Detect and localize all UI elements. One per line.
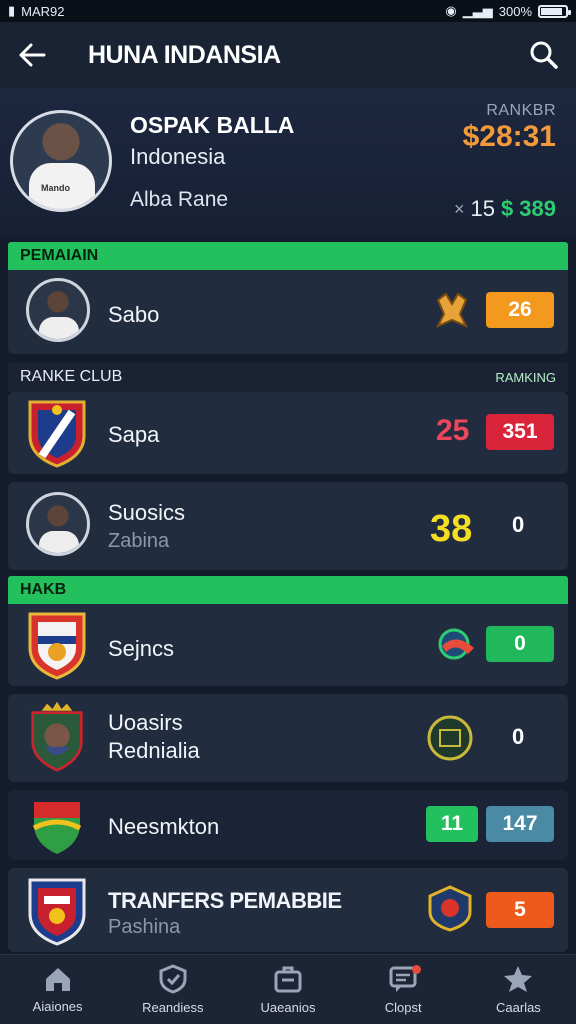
club-crest-icon bbox=[28, 612, 86, 680]
signal-icon: ▁▃▅ bbox=[462, 3, 493, 18]
sim-icon: ▮ bbox=[8, 3, 16, 18]
club-crest-icon bbox=[28, 878, 86, 946]
search-button[interactable] bbox=[512, 22, 576, 88]
section-header-hakb: HAKB bbox=[8, 576, 568, 604]
player-country: Indonesia bbox=[130, 144, 226, 169]
list-item[interactable]: Uoasirs Rednialia 0 bbox=[8, 694, 568, 782]
list-item[interactable]: TRANFERS PEMABBIE Pashina 5 bbox=[8, 868, 568, 952]
tab-label: Reandiess bbox=[142, 1000, 204, 1015]
row-label: Sejncs bbox=[108, 636, 175, 661]
tab-clopst[interactable]: Clopst bbox=[346, 955, 461, 1024]
list-item[interactable]: Neesmkton 11 147 bbox=[8, 790, 568, 860]
back-arrow-icon bbox=[19, 43, 46, 67]
rank-value: $28:31 bbox=[462, 120, 556, 153]
avatar bbox=[26, 492, 90, 556]
row-count: 0 bbox=[512, 724, 525, 749]
stat-a: 15 bbox=[470, 196, 495, 221]
tab-reandiess[interactable]: Reandiess bbox=[115, 955, 230, 1024]
tab-uaeanios[interactable]: Uaeanios bbox=[230, 955, 345, 1024]
status-left-text: MAR92 bbox=[21, 3, 65, 19]
section-ranking-label: RAMKING bbox=[495, 369, 556, 385]
row-label: Neesmkton bbox=[108, 814, 220, 839]
badge-value: 11 bbox=[440, 812, 464, 835]
battery-percent: 300% bbox=[498, 3, 532, 19]
row-label: Sapa bbox=[108, 422, 160, 447]
tab-caarlas[interactable]: Caarlas bbox=[461, 955, 576, 1024]
player-stat: × 15 $ 389 bbox=[454, 196, 556, 222]
page-title: HUNA INDANSIA bbox=[88, 40, 281, 69]
league-emblem-icon bbox=[427, 715, 473, 761]
bottom-tab-bar: Aiaiones Reandiess Uaeanios Clopst Caarl… bbox=[0, 954, 576, 1024]
league-emblem-icon bbox=[428, 885, 472, 932]
badge-value: 147 bbox=[502, 812, 538, 835]
rank-label: RANKBR bbox=[486, 102, 556, 119]
avatar bbox=[26, 278, 90, 342]
player-photo: Mando bbox=[10, 110, 112, 212]
row-value: 25 bbox=[436, 414, 470, 447]
team-logo-icon bbox=[438, 628, 474, 660]
star-icon bbox=[504, 966, 533, 992]
player-role: Alba Rane bbox=[130, 188, 229, 211]
notification-dot bbox=[411, 965, 421, 974]
tab-label: Uaeanios bbox=[260, 1000, 316, 1015]
value-badge: 26 bbox=[486, 292, 554, 328]
search-icon bbox=[530, 41, 558, 69]
list-item[interactable]: Sabo 26 bbox=[8, 270, 568, 354]
section-header-pemain: PEMAIAIN bbox=[8, 242, 568, 270]
row-label-secondary: Rednialia bbox=[108, 738, 200, 763]
value-badge: 11 bbox=[426, 806, 478, 842]
list-item[interactable]: Sapa 25 351 bbox=[8, 392, 568, 474]
section-title: RANKE CLUB bbox=[20, 368, 123, 385]
value-badge: 5 bbox=[486, 892, 554, 928]
badge-value: 351 bbox=[502, 420, 538, 443]
row-sublabel: Zabina bbox=[108, 530, 170, 552]
badge-value: 5 bbox=[514, 898, 526, 921]
multiply-icon: × bbox=[453, 198, 465, 219]
value-badge-secondary: 147 bbox=[486, 806, 554, 842]
value-badge: 0 bbox=[486, 626, 554, 662]
app-bar: HUNA INDANSIA bbox=[0, 22, 576, 88]
badge-value: 0 bbox=[514, 632, 526, 655]
badge-value: 26 bbox=[508, 298, 532, 321]
club-crest-icon bbox=[28, 400, 86, 468]
shield-icon bbox=[159, 964, 187, 994]
tab-label: Clopst bbox=[384, 1000, 422, 1015]
row-label: Sabo bbox=[108, 302, 160, 327]
home-icon bbox=[45, 968, 70, 991]
trophy-icon bbox=[435, 292, 469, 328]
shirt-sponsor: Mando bbox=[41, 183, 70, 193]
row-count: 0 bbox=[512, 512, 525, 537]
list-item[interactable]: Suosics Zabina 38 0 bbox=[8, 482, 568, 570]
battery-icon bbox=[538, 4, 571, 18]
tab-label: Aiaiones bbox=[32, 999, 83, 1014]
row-label: TRANFERS PEMABBIE bbox=[108, 888, 342, 913]
tab-home[interactable]: Aiaiones bbox=[0, 955, 115, 1024]
tab-label: Caarlas bbox=[496, 1000, 541, 1015]
row-label: Uoasirs bbox=[108, 710, 183, 735]
status-bar: ▮ MAR92 ◉ ▁▃▅ 300% bbox=[0, 0, 576, 22]
list-item[interactable]: Sejncs 0 bbox=[8, 604, 568, 686]
value-badge: 351 bbox=[486, 414, 554, 450]
stat-b: $ 389 bbox=[500, 196, 556, 221]
club-crest-icon bbox=[31, 701, 83, 772]
club-crest-icon bbox=[32, 802, 82, 854]
player-profile: Mando OSPAK BALLA Indonesia Alba Rane RA… bbox=[0, 88, 576, 238]
player-name: OSPAK BALLA bbox=[130, 112, 295, 138]
back-button[interactable] bbox=[0, 22, 64, 88]
briefcase-icon bbox=[274, 966, 302, 993]
row-sublabel: Pashina bbox=[108, 916, 181, 938]
row-value: 38 bbox=[430, 508, 473, 550]
alarm-icon: ◉ bbox=[445, 3, 457, 18]
row-label: Suosics bbox=[108, 500, 186, 525]
section-header-ranke-club: RANKE CLUB RAMKING bbox=[8, 362, 568, 392]
